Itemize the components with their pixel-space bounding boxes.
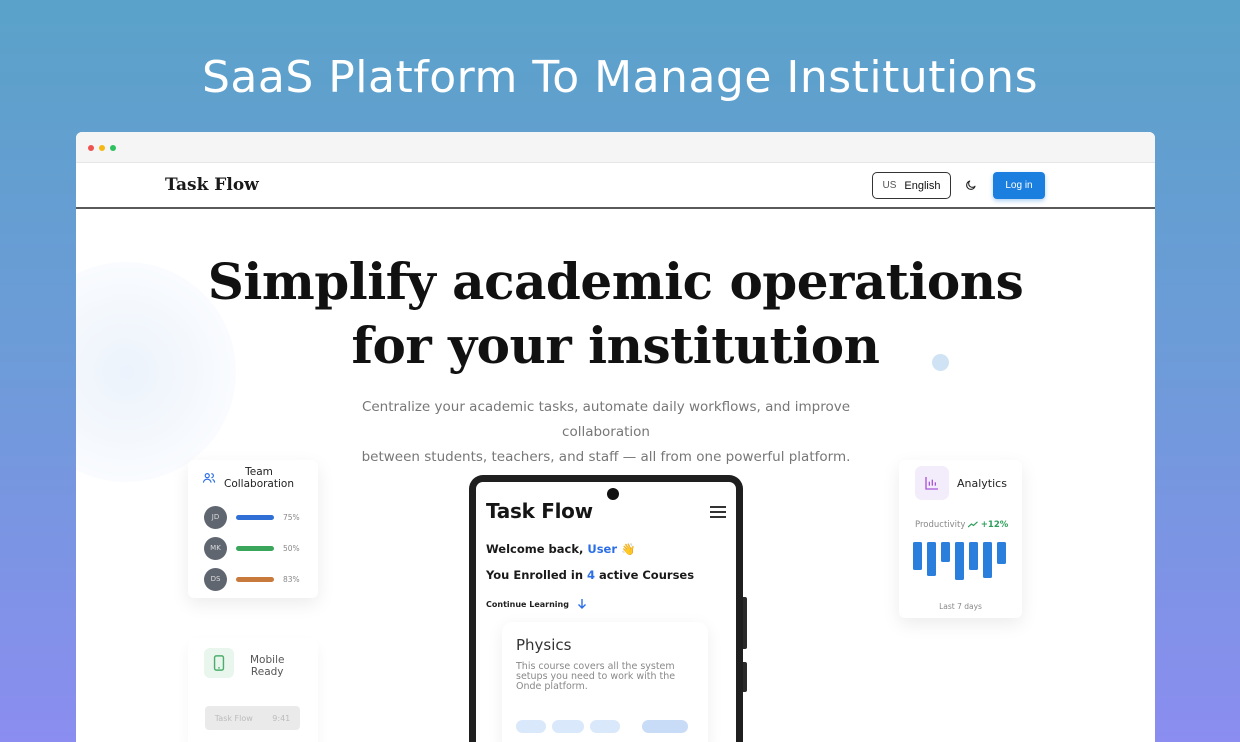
progress-percent: 83% [283, 574, 300, 584]
mobile-ready-card: Mobile Ready Task Flow 9:41 [188, 638, 318, 742]
phone-app-brand: Task Flow [486, 499, 593, 523]
course-action-pill[interactable] [642, 720, 688, 733]
window-maximize-dot[interactable] [110, 145, 116, 151]
analytics-bar [955, 542, 964, 580]
mobile-title-line1: Mobile [250, 654, 285, 666]
mobile-pill-time: 9:41 [272, 713, 291, 723]
analytics-bar [969, 542, 978, 570]
course-tag-pill [552, 720, 584, 733]
enrolled-prefix: You Enrolled in [486, 568, 588, 582]
hero-subtitle-line1: Centralize your academic tasks, automate… [361, 399, 851, 440]
phone-side-button [743, 597, 747, 649]
arrow-down-icon [577, 599, 586, 609]
mobile-preview-pill: Task Flow 9:41 [205, 706, 300, 730]
team-card-header: Team Collaboration [202, 466, 294, 490]
window-minimize-dot[interactable] [99, 145, 105, 151]
bar-chart-icon [925, 477, 938, 490]
team-collaboration-card: Team Collaboration JD 75% MK 50% DS 83% [188, 460, 318, 598]
enrolled-suffix: active Courses [595, 568, 695, 582]
hamburger-menu-icon[interactable] [710, 506, 726, 521]
productivity-label: Productivity [915, 520, 966, 530]
progress-bar [236, 514, 274, 520]
phone-icon [213, 655, 225, 671]
analytics-bar [913, 542, 922, 570]
enrolled-count: 4 [587, 568, 596, 582]
progress-percent: 50% [283, 543, 300, 553]
language-selector[interactable]: US English [872, 172, 951, 199]
avatar: MK [204, 536, 227, 560]
phone-welcome-text: Welcome back, User 👋 [486, 542, 635, 556]
browser-chrome-bar [76, 132, 1155, 163]
phone-enrolled-text: You Enrolled in 4 active Courses [486, 568, 694, 582]
continue-learning-label: Continue Learning [486, 599, 569, 609]
analytics-title: Analytics [957, 477, 1007, 490]
mobile-pill-app: Task Flow [214, 713, 253, 723]
analytics-bar [997, 542, 1006, 564]
page-headline: SaaS Platform To Manage Institutions [202, 52, 1038, 103]
team-card-title: Team Collaboration [224, 466, 294, 490]
progress-bar [236, 545, 274, 551]
welcome-user: User [587, 542, 618, 556]
team-member-row: DS 83% [204, 567, 314, 591]
avatar: JD [204, 505, 227, 529]
flag-icon: US [882, 180, 897, 191]
window-close-dot[interactable] [88, 145, 94, 151]
analytics-card: Analytics Productivity +12% Last 7 days [899, 460, 1022, 618]
continue-learning-link[interactable]: Continue Learning [486, 598, 587, 610]
theme-toggle-button[interactable] [962, 176, 980, 194]
browser-window: Task Flow US English Log in Simplify aca… [76, 132, 1155, 742]
team-member-row: JD 75% [204, 505, 314, 529]
analytics-bar [983, 542, 992, 578]
login-button[interactable]: Log in [993, 172, 1045, 199]
productivity-row: Productivity +12% [915, 520, 1008, 530]
phone-mockup: Task Flow Welcome back, User 👋 You Enrol… [469, 475, 743, 742]
hero-title-line1: Simplify academic operations [207, 252, 1024, 311]
team-title-line2: Collaboration [224, 478, 294, 490]
brand-logo[interactable]: Task Flow [165, 175, 259, 195]
productivity-delta: +12% [980, 520, 1009, 530]
camera-notch [607, 488, 619, 500]
analytics-bar [927, 542, 936, 576]
course-card[interactable]: Physics This course covers all the syste… [502, 622, 708, 742]
mobile-icon-box [204, 648, 234, 678]
course-tag-pill [516, 720, 546, 733]
hero-title: Simplify academic operations for your in… [76, 250, 1155, 378]
welcome-prefix: Welcome back, [486, 542, 588, 556]
progress-bar [236, 576, 274, 582]
analytics-bar [941, 542, 950, 562]
phone-side-button [743, 662, 747, 692]
users-icon [202, 473, 216, 483]
mobile-title-line2: Ready [250, 666, 284, 678]
site-navbar: Task Flow US English Log in [76, 163, 1155, 209]
mobile-card-title: Mobile Ready [250, 654, 284, 678]
analytics-icon-box [915, 466, 949, 500]
team-title-line1: Team [245, 466, 273, 478]
hero-title-line2: for your institution [351, 316, 880, 375]
trend-up-icon [967, 521, 979, 528]
progress-percent: 75% [283, 512, 300, 522]
course-description: This course covers all the system setups… [516, 661, 676, 692]
hero-subtitle: Centralize your academic tasks, automate… [316, 395, 896, 470]
wave-icon: 👋 [621, 542, 636, 556]
course-tag-pill [590, 720, 620, 733]
analytics-bar-chart [913, 542, 1006, 580]
language-label: English [904, 179, 941, 192]
avatar: DS [204, 567, 227, 591]
analytics-footer: Last 7 days [939, 602, 982, 611]
team-member-row: MK 50% [204, 536, 314, 560]
course-title: Physics [516, 636, 572, 654]
hero-subtitle-line2: between students, teachers, and staff — … [361, 449, 851, 465]
moon-icon [966, 180, 976, 190]
